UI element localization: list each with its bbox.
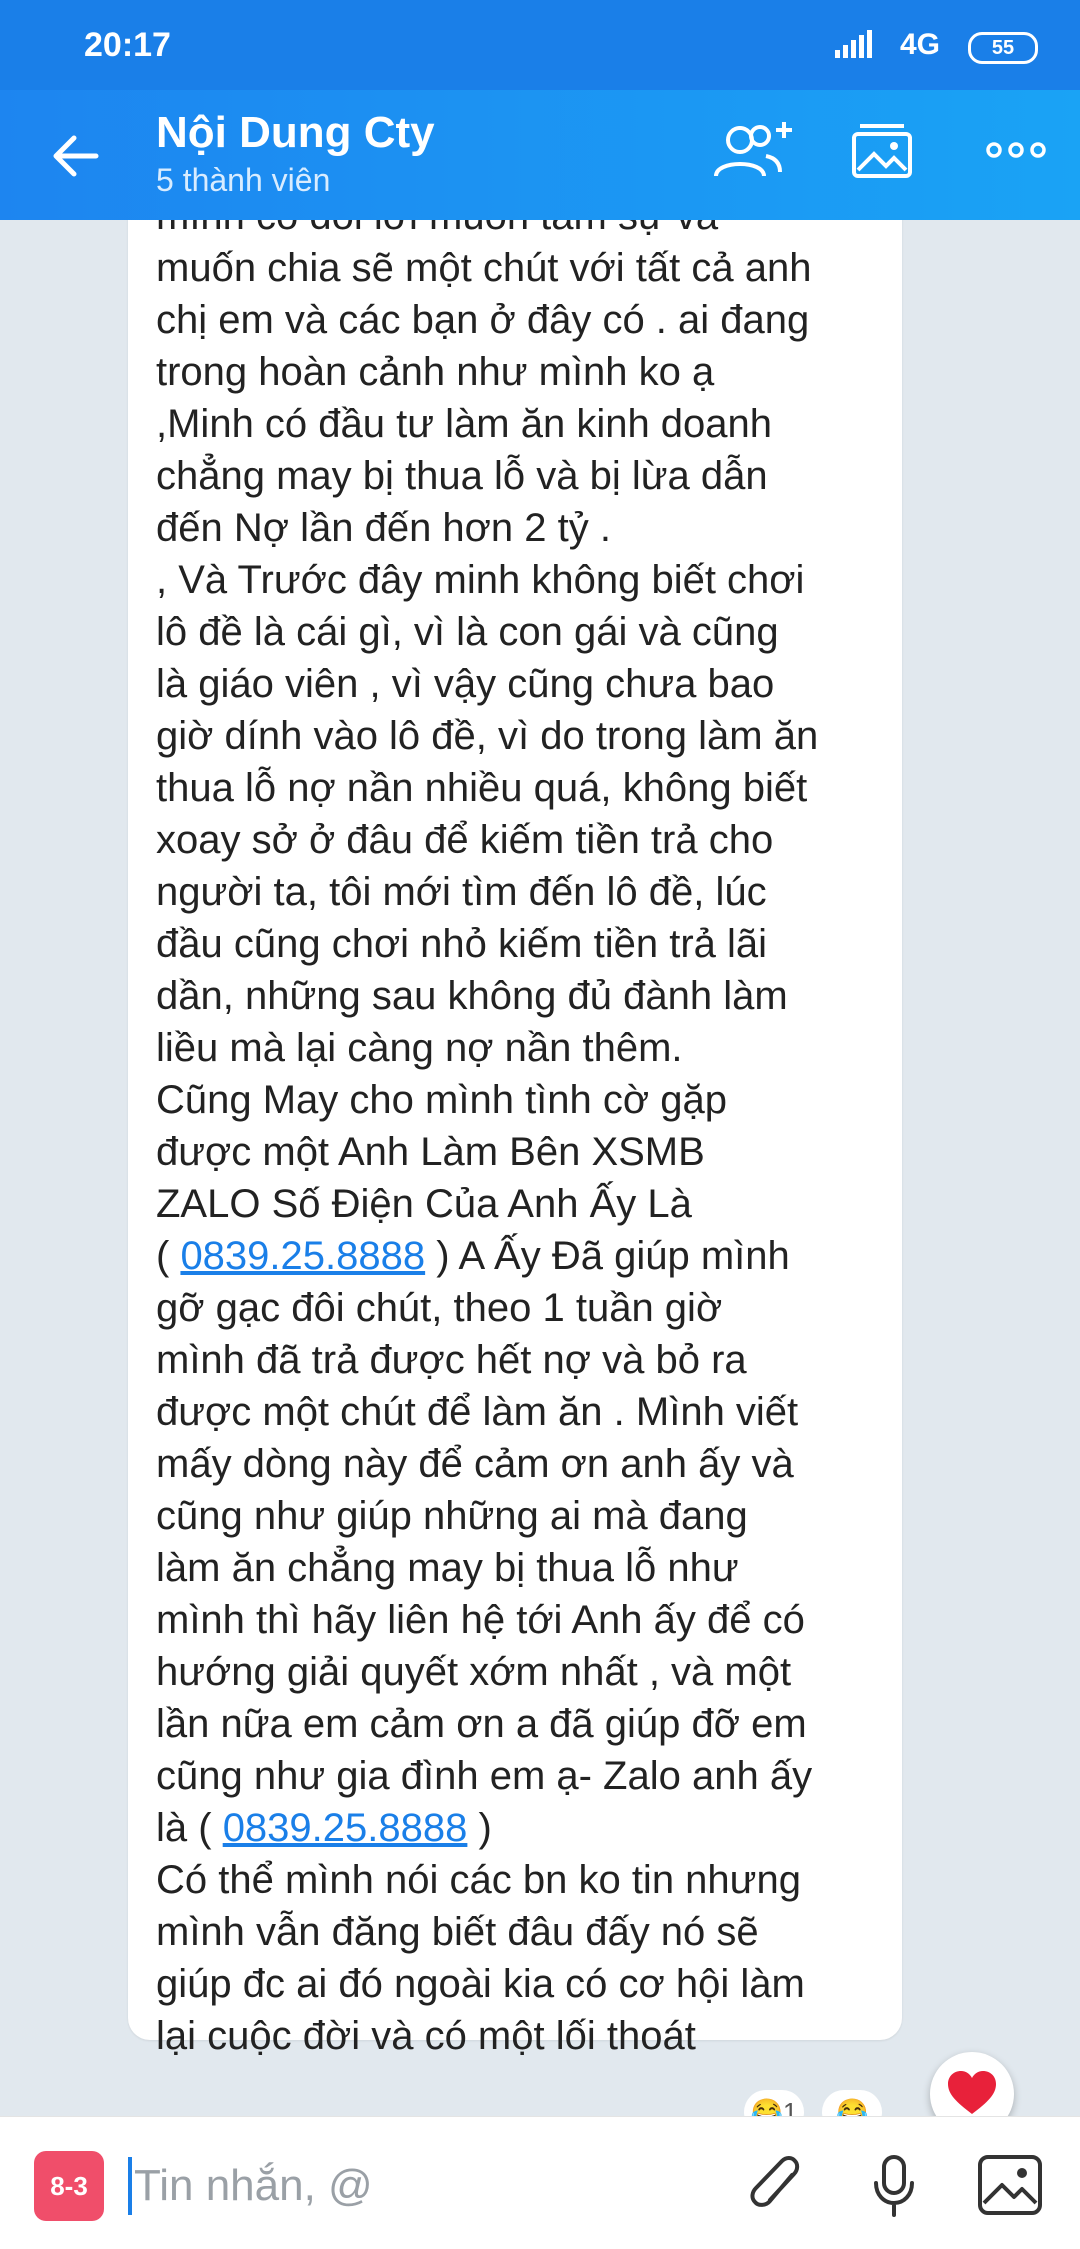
- reaction-count[interactable]: 😂1: [744, 2090, 804, 2116]
- sticker-button[interactable]: 8-3: [34, 2151, 104, 2221]
- network-type: 4G: [899, 28, 940, 61]
- attachment-icon[interactable]: [748, 2153, 808, 2217]
- phone-link[interactable]: 0839.25.8888: [223, 1806, 468, 1850]
- phone-link[interactable]: 0839.25.8888: [180, 1234, 425, 1278]
- more-icon[interactable]: [986, 138, 1046, 162]
- heart-icon: [948, 2071, 996, 2114]
- message-input-bar: 8-3: [0, 2116, 1080, 2249]
- back-arrow-icon[interactable]: [48, 128, 104, 184]
- chat-header: Nội Dung Cty 5 thành viên: [0, 90, 1080, 220]
- message-input[interactable]: [132, 2155, 696, 2217]
- reaction-emoji[interactable]: 😂: [822, 2090, 883, 2116]
- add-member-icon[interactable]: [706, 116, 798, 188]
- image-icon[interactable]: [976, 2153, 1044, 2217]
- clock: 20:17: [84, 26, 171, 64]
- battery-indicator: 55: [968, 32, 1038, 64]
- heart-react-button[interactable]: [930, 2052, 1014, 2116]
- signal-icon: [835, 30, 872, 58]
- microphone-icon[interactable]: [868, 2153, 920, 2221]
- phone-line: là ( 0839.25.8888 ): [156, 1806, 492, 1850]
- member-count[interactable]: 5 thành viên: [156, 162, 330, 199]
- group-title[interactable]: Nội Dung Cty: [156, 108, 435, 158]
- message-text: mình có đôi lời muốn tâm sự và muốn chia…: [156, 220, 876, 2062]
- chat-area[interactable]: mình có đôi lời muốn tâm sự và muốn chia…: [0, 220, 1080, 2116]
- media-gallery-icon[interactable]: [848, 116, 916, 186]
- phone-line: ( 0839.25.8888 ) A Ấy Đã giúp mình: [156, 1234, 790, 1278]
- status-bar: 20:17 4G 55: [0, 0, 1080, 90]
- reaction-bar[interactable]: 😂1 😂: [730, 2090, 883, 2116]
